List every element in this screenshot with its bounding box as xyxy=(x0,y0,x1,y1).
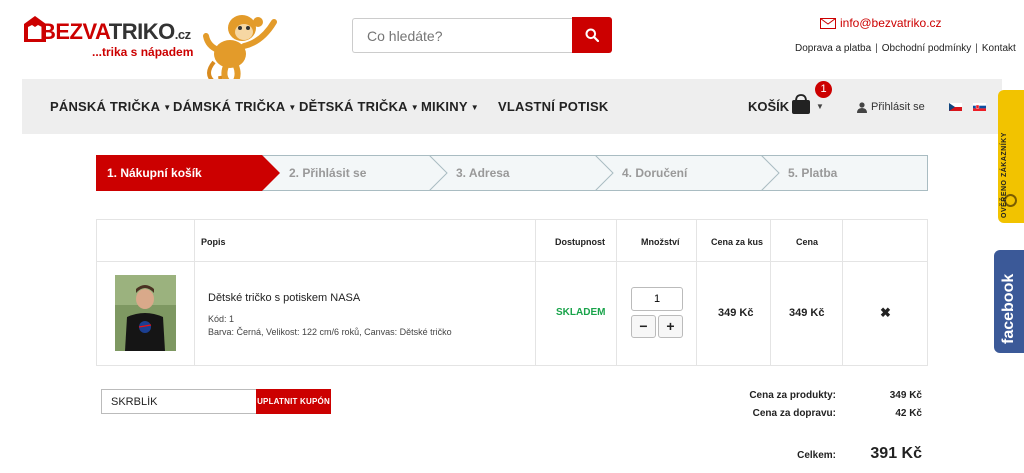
divider xyxy=(97,261,927,262)
line-price: 349 Kč xyxy=(789,307,825,319)
verified-label: OVĚŘENO ZÁKAZNÍKY xyxy=(1001,132,1008,218)
facebook-label: facebook xyxy=(1000,273,1017,344)
product-name[interactable]: Dětské tričko s potiskem NASA xyxy=(208,292,360,304)
top-links: Doprava a platba | Obchodní podmínky | K… xyxy=(795,43,1016,54)
availability-status: SKLADEM xyxy=(556,307,606,318)
logo-part-a: BEZVA xyxy=(40,19,109,44)
products-price-label: Cena za produkty: xyxy=(749,390,836,401)
total-label: Celkem: xyxy=(797,450,836,461)
verified-by-customers-badge[interactable]: OVĚŘENO ZÁKAZNÍKY xyxy=(998,90,1024,223)
column-header-unit-price: Cena za kus xyxy=(711,237,764,247)
shipping-price-value: 42 Kč xyxy=(895,408,922,419)
email-text: info@bezvatriko.cz xyxy=(840,16,942,30)
nav-item-mens-tshirts[interactable]: PÁNSKÁ TRIČKA ▼ xyxy=(50,99,171,114)
nav-item-custom-print[interactable]: VLASTNÍ POTISK xyxy=(498,99,608,114)
coupon-input[interactable] xyxy=(101,389,257,414)
logo[interactable]: BEZVATRIKO.cz xyxy=(40,20,191,47)
remove-item-button[interactable]: ✖ xyxy=(880,305,891,321)
divider xyxy=(696,220,697,365)
product-image[interactable] xyxy=(115,275,176,351)
monkey-mascot-icon xyxy=(203,15,277,87)
step-address[interactable]: 3. Adresa xyxy=(456,166,510,180)
product-variant: Barva: Černá, Velikost: 122 cm/6 roků, C… xyxy=(208,327,452,337)
total-value: 391 Kč xyxy=(870,445,922,462)
czech-flag-icon[interactable] xyxy=(949,103,962,111)
login-label: Přihlásit se xyxy=(871,101,925,113)
link-shipping-payment[interactable]: Doprava a platba xyxy=(795,43,871,54)
link-contact[interactable]: Kontakt xyxy=(982,43,1016,54)
step-delivery[interactable]: 4. Doručení xyxy=(622,166,687,180)
checkout-steps: 1. Nákupní košík 2. Přihlásit se 3. Adre… xyxy=(96,155,928,191)
unit-price: 349 Kč xyxy=(718,307,754,319)
product-meta: Kód: 1 Barva: Černá, Velikost: 122 cm/6 … xyxy=(208,313,452,339)
user-icon xyxy=(857,101,867,113)
search-button[interactable] xyxy=(572,17,612,53)
quantity-increase-button[interactable]: + xyxy=(658,315,683,338)
caret-down-icon: ▼ xyxy=(470,103,479,113)
link-terms[interactable]: Obchodní podmínky xyxy=(882,43,972,54)
apply-coupon-button[interactable]: UPLATNIT KUPÓN xyxy=(256,389,331,414)
nav-item-hoodies[interactable]: MIKINY ▼ xyxy=(421,99,479,114)
step-cart[interactable]: 1. Nákupní košík xyxy=(107,166,202,180)
divider xyxy=(194,220,195,365)
divider: | xyxy=(975,43,978,54)
divider xyxy=(535,220,536,365)
facebook-widget[interactable]: facebook xyxy=(994,250,1024,353)
nav-label: VLASTNÍ POTISK xyxy=(498,99,609,114)
shopping-bag-icon[interactable] xyxy=(790,93,812,115)
nav-item-kids-tshirts[interactable]: DĚTSKÁ TRIČKA ▼ xyxy=(299,99,419,114)
nav-label: DÁMSKÁ TRIČKA xyxy=(173,99,286,114)
nav-label: PÁNSKÁ TRIČKA xyxy=(50,99,161,114)
caret-down-icon: ▼ xyxy=(410,103,419,113)
products-price-value: 349 Kč xyxy=(889,390,922,401)
cart-label[interactable]: KOŠÍK xyxy=(748,99,789,114)
nav-label: MIKINY xyxy=(421,99,468,114)
step-login[interactable]: 2. Přihlásit se xyxy=(289,166,366,180)
caret-down-icon[interactable]: ▼ xyxy=(816,102,824,111)
login-link[interactable]: Přihlásit se xyxy=(857,101,925,113)
column-header-availability: Dostupnost xyxy=(555,237,605,247)
logo-part-cz: .cz xyxy=(174,27,191,42)
mail-icon xyxy=(820,17,836,29)
search-icon xyxy=(585,28,599,42)
column-header-price: Cena xyxy=(796,237,819,247)
cart-count-badge: 1 xyxy=(815,81,832,98)
divider xyxy=(616,220,617,365)
divider: | xyxy=(875,43,878,54)
quantity-input[interactable] xyxy=(631,287,683,311)
divider xyxy=(770,220,771,365)
step-payment[interactable]: 5. Platba xyxy=(788,166,837,180)
product-code: Kód: 1 xyxy=(208,314,235,324)
contact-email[interactable]: info@bezvatriko.cz xyxy=(820,16,942,30)
search-input[interactable] xyxy=(352,18,573,53)
shipping-price-label: Cena za dopravu: xyxy=(752,408,836,419)
quantity-decrease-button[interactable]: − xyxy=(631,315,656,338)
nav-item-womens-tshirts[interactable]: DÁMSKÁ TRIČKA ▼ xyxy=(173,99,297,114)
column-header-description: Popis xyxy=(201,237,226,247)
column-header-quantity: Množství xyxy=(641,237,680,247)
slovak-flag-icon[interactable] xyxy=(973,103,986,111)
nav-label: DĚTSKÁ TRIČKA xyxy=(299,99,408,114)
divider xyxy=(842,220,843,365)
logo-part-b: TRIKO xyxy=(108,19,175,44)
caret-down-icon: ▼ xyxy=(288,103,297,113)
caret-down-icon: ▼ xyxy=(163,103,172,113)
logo-tagline: ...trika s nápadem xyxy=(92,45,194,59)
